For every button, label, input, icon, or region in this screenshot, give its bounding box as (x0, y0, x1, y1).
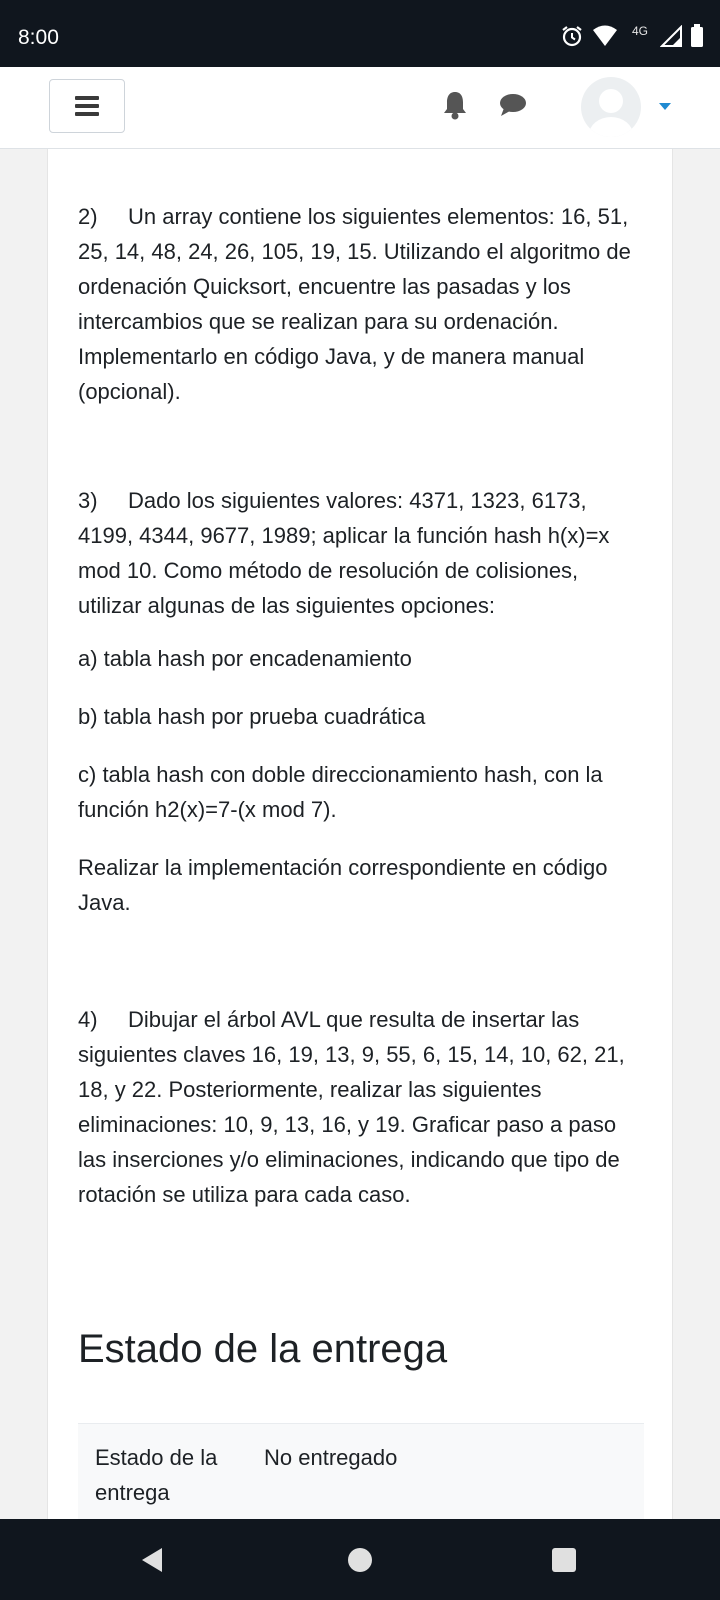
question-2: 2) Un array contiene los siguientes eleme… (78, 199, 644, 409)
question-number: 2) (78, 204, 98, 229)
chat-icon[interactable] (498, 91, 528, 119)
submission-status-table: Estado de la entrega No entregado (78, 1423, 644, 1519)
question-4: 4) Dibujar el árbol AVL que resulta de in… (78, 1002, 644, 1212)
status-value: No entregado (264, 1445, 398, 1470)
option-a: a) tabla hash por encadenamiento (78, 646, 412, 671)
question-text: Dibujar el árbol AVL que resulta de inse… (78, 1007, 625, 1207)
signal-icon (660, 25, 682, 47)
system-nav-bar (0, 1519, 720, 1600)
top-navbar (0, 67, 720, 149)
question-number: 3) (78, 488, 98, 513)
hamburger-icon (75, 96, 99, 116)
menu-button[interactable] (49, 79, 125, 133)
question-number: 4) (78, 1007, 98, 1032)
alarm-icon (562, 26, 582, 47)
back-icon[interactable] (140, 1547, 164, 1573)
assignment-content: 2) Un array contiene los siguientes eleme… (47, 149, 673, 1519)
option-c: c) tabla hash con doble direccionamiento… (78, 762, 603, 822)
avatar[interactable] (581, 77, 641, 137)
option-b: b) tabla hash por prueba cuadrática (78, 704, 426, 729)
question-3: 3) Dado los siguientes valores: 4371, 132… (78, 483, 644, 623)
question-text: Dado los siguientes valores: 4371, 1323,… (78, 488, 610, 618)
bell-icon[interactable] (440, 89, 470, 121)
system-status-bar: 8:00 4G (0, 0, 720, 67)
battery-icon (691, 24, 703, 47)
wifi-icon (593, 25, 617, 46)
user-silhouette-icon (589, 89, 633, 137)
caret-down-icon[interactable] (658, 101, 672, 111)
question-3-footer: Realizar la implementación correspondien… (78, 855, 608, 915)
recents-icon[interactable] (552, 1548, 576, 1572)
network-type: 4G (631, 24, 648, 38)
status-time: 8:00 (18, 26, 59, 49)
submission-status-heading: Estado de la entrega (78, 1327, 448, 1371)
home-icon[interactable] (348, 1548, 372, 1572)
question-text: Un array contiene los siguientes element… (78, 204, 631, 404)
status-label: Estado de la entrega (95, 1445, 218, 1505)
